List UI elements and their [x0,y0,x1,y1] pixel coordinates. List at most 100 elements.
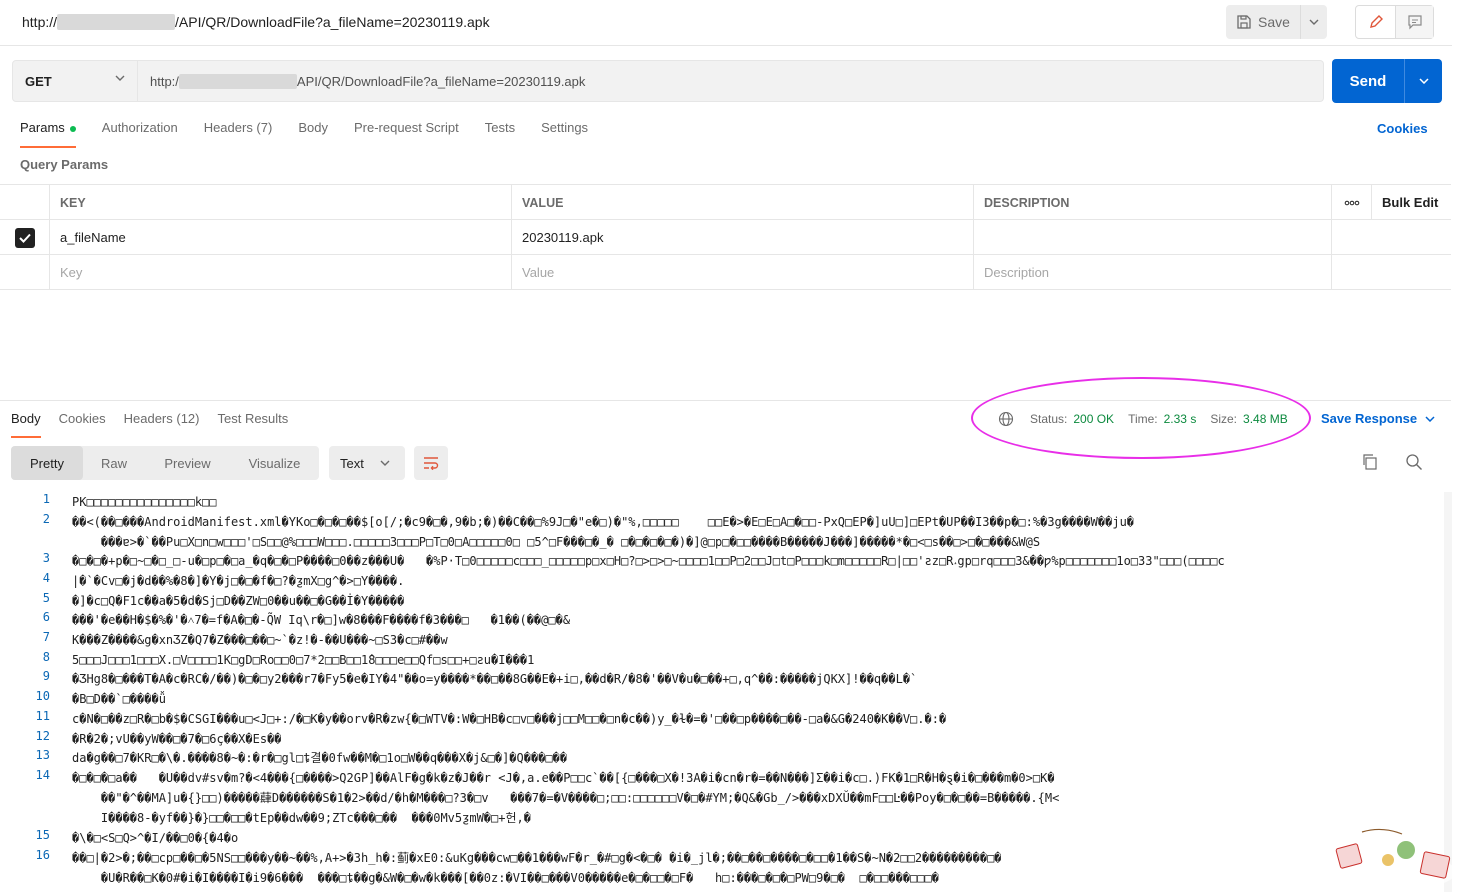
code-line-wrap: I����8-�yf��}�}□□�□□�tEp��dw��9;ZTc���□�… [72,811,531,825]
response-tabs: Body Cookies Headers (12) Test Results [11,411,306,438]
tab-response-cookies[interactable]: Cookies [59,411,124,435]
description-input[interactable]: Description [974,255,1332,290]
tab-headers[interactable]: Headers (7) [204,120,299,144]
code-line: 2 ��<(��□���AndroidManifest.xml�YKo□�□�□�… [42,512,1135,529]
comment-icon [1407,15,1422,30]
param-key-input[interactable]: a_fileName [50,220,512,255]
tab-pre-request-script[interactable]: Pre-request Script [354,120,485,144]
send-options-button[interactable] [1404,59,1442,103]
chevron-down-icon [115,75,125,81]
save-button[interactable]: Save [1226,5,1300,39]
code-line: 15 �\�□<S□Q>^�I∕��□0�{�4�o [35,828,239,845]
code-line-wrap: ���ɐ>�`��Pu□X□n□w□□□'□S□□@%□□□W□□□.□□□□□… [72,535,1041,549]
tab-test-results[interactable]: Test Results [217,411,306,435]
param-checkbox[interactable] [14,227,35,248]
table-row: a_fileName 20230119.apk [0,220,1451,255]
tab-settings[interactable]: Settings [541,120,614,144]
key-input[interactable]: Key [50,255,512,290]
code-line: 6 ���'�e��H�$�%�'�˄7�=f�A�□�-Q̃W Iq\r�□]w… [42,610,571,627]
request-title[interactable]: http:// /API/QR/DownloadFile?a_fileName=… [22,14,490,30]
wrap-lines-button[interactable] [414,446,448,480]
code-line: 4 |�`�Cv□�j�d��%�8�]�Y�j□�□�f�□?�ƺmX□g^�>… [42,571,405,588]
tab-tests[interactable]: Tests [485,120,541,144]
format-raw[interactable]: Raw [83,446,145,480]
title-bar: http:// /API/QR/DownloadFile?a_fileName=… [0,0,1452,46]
chevron-down-icon [1418,78,1429,84]
code-line-wrap: ��"�^��MA]u�{}□□)�����蕼D������S�1�2>��d/… [72,791,1060,805]
save-response-label: Save Response [1321,411,1418,426]
params-header-row: KEY VALUE DESCRIPTION Bulk Edit [0,185,1451,220]
url-prefix: http:/ [150,73,179,89]
copy-icon [1363,454,1377,470]
code-line: 9 �ƷHg8�□���T�A�c�RC�/��)�□�□y2���r7�Fy5�… [42,669,918,686]
format-pretty[interactable]: Pretty [11,446,83,480]
code-line: 13 da�g��□7�KR□�\�.����8�~�:�r�□gl□ȶ결�0fw… [35,748,568,765]
column-description: DESCRIPTION [974,185,1332,220]
edit-group [1355,5,1434,39]
cookies-link[interactable]: Cookies [1377,121,1428,136]
response-body-code[interactable]: 1 PK□□□□□□□□□□□□□□□k□□ 2 ��<(��□���Android… [0,492,1444,893]
column-value: VALUE [512,185,974,220]
search-button[interactable] [1405,453,1423,474]
search-icon [1406,454,1422,470]
save-label: Save [1258,14,1290,30]
title-url-prefix: http:// [22,14,58,30]
code-line: 3 �□�□�+p�□~□�□_□-u�□p□�□a_�q�□�□P����□0�… [42,551,1225,568]
value-input[interactable]: Value [512,255,974,290]
language-label: Text [340,455,364,471]
chevron-down-icon [1309,19,1319,25]
wrap-icon [424,457,439,470]
chevron-down-icon [1425,415,1435,422]
status-value[interactable]: 200 OK [1073,412,1114,426]
chevron-down-icon [380,460,390,466]
tab-params[interactable]: Params [20,120,102,148]
method-label: GET [25,73,52,89]
format-tabs: Pretty Raw Preview Visualize [11,446,319,480]
column-key: KEY [50,185,512,220]
language-select[interactable]: Text [329,446,405,480]
globe-icon[interactable] [998,411,1014,427]
size-value[interactable]: 3.48 MB [1243,412,1288,426]
code-line-wrap: �U�R��□K�0#�i�I����I�i9�6��� ���□ȶ��g�&W… [72,871,939,885]
tab-response-body[interactable]: Body [11,411,59,438]
redacted-host [178,73,297,89]
send-button-group: Send [1332,59,1442,103]
code-line: 14 �□�□�□a�� �U��dv#sv�m?�<4���{□����>Q2G… [35,768,1055,785]
more-icon [1344,200,1359,205]
tab-response-headers[interactable]: Headers (12) [124,411,218,435]
title-url-suffix: /API/QR/DownloadFile?a_fileName=20230119… [175,14,490,30]
params-table: KEY VALUE DESCRIPTION Bulk Edit a_fileNa… [0,184,1451,290]
copy-button[interactable] [1361,453,1379,474]
method-select[interactable]: GET [12,60,138,102]
param-description-input[interactable] [974,220,1332,255]
param-value-input[interactable]: 20230119.apk [512,220,974,255]
url-suffix: API/QR/DownloadFile?a_fileName=20230119.… [296,73,586,89]
save-options-button[interactable] [1300,5,1327,39]
url-input[interactable]: http:/ API/QR/DownloadFile?a_fileName=20… [138,60,1324,102]
bulk-edit-button[interactable]: Bulk Edit [1372,185,1451,220]
code-line: 5 �]�c□Q�F1c��a�5�d�Sj□D��ZW□0��u��□�G��İ… [42,591,405,608]
code-line: 12 �R�2�;vU��yW��□�7�□6ç��X�Es�� [35,729,282,746]
comments-button[interactable] [1396,6,1433,38]
query-params-label: Query Params [20,157,109,172]
code-line: 8 5□□□J□□□1□□□X.□V□□□□1K□gD□Ro□□0□7*2□□B□… [42,650,535,667]
save-group: Save [1226,5,1327,39]
redacted-host [57,14,176,30]
save-response-button[interactable]: Save Response [1321,411,1435,426]
send-button[interactable]: Send [1332,59,1404,103]
save-icon [1237,15,1251,29]
code-line: 1 PK□□□□□□□□□□□□□□□k□□ [42,492,217,509]
code-line: 7 K���Z����&g�xnƷZ�Q7�Z���□��□~`�z!�-��U�… [42,630,448,647]
more-options-button[interactable] [1332,185,1372,220]
tab-authorization[interactable]: Authorization [102,120,204,144]
request-tabs: Params Authorization Headers (7) Body Pr… [20,120,614,148]
format-visualize[interactable]: Visualize [230,446,319,480]
format-preview[interactable]: Preview [145,446,230,480]
response-status: Status: 200 OK Time: 2.33 s Size: 3.48 M… [998,411,1296,427]
pencil-icon [1369,15,1383,28]
time-label: Time: [1128,412,1158,426]
time-value[interactable]: 2.33 s [1164,412,1197,426]
edit-button[interactable] [1356,6,1396,38]
code-line: 11 c�N�□��z□R�□b�$�CSGI���u□<J□+:/�□K�y��… [35,709,947,726]
tab-body[interactable]: Body [298,120,354,144]
